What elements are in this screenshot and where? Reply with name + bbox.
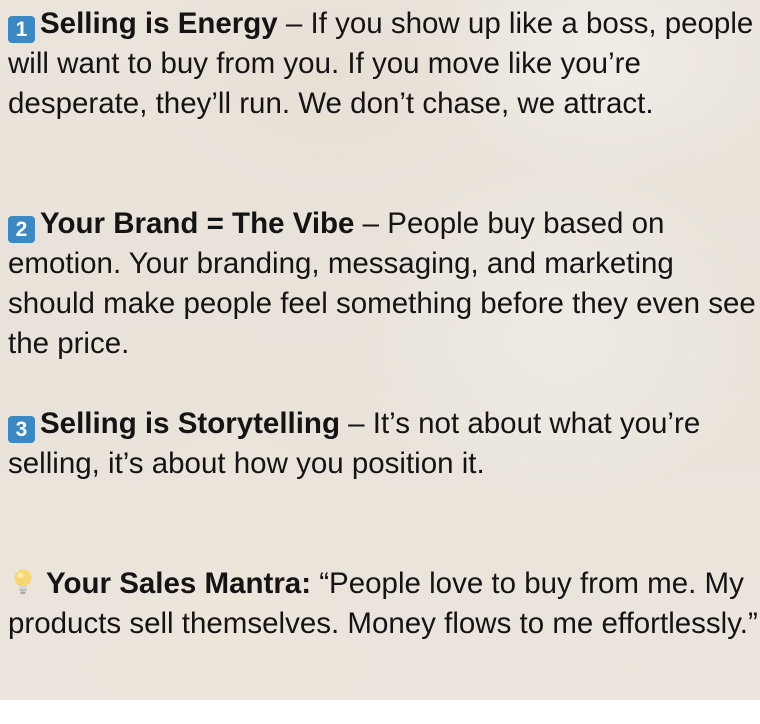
point-3: 3 Selling is Storytelling – It’s not abou… — [8, 404, 758, 524]
point-2-heading: Your Brand = The Vibe — [40, 207, 355, 240]
point-1-heading: Selling is Energy — [40, 7, 278, 40]
number-3-badge: 3 — [8, 416, 35, 443]
light-bulb-icon — [8, 567, 38, 597]
mantra-heading: Your Sales Mantra: — [46, 567, 312, 600]
number-2-badge: 2 — [8, 216, 35, 243]
point-3-heading: Selling is Storytelling — [40, 407, 340, 440]
sales-mantra: Your Sales Mantra: “People love to buy f… — [8, 564, 758, 724]
point-2: 2 Your Brand = The Vibe – People buy base… — [8, 204, 758, 364]
point-1: 1 Selling is Energy – If you show up like… — [8, 4, 758, 164]
text-content: 1 Selling is Energy – If you show up like… — [8, 0, 758, 724]
number-1-badge: 1 — [8, 16, 35, 43]
